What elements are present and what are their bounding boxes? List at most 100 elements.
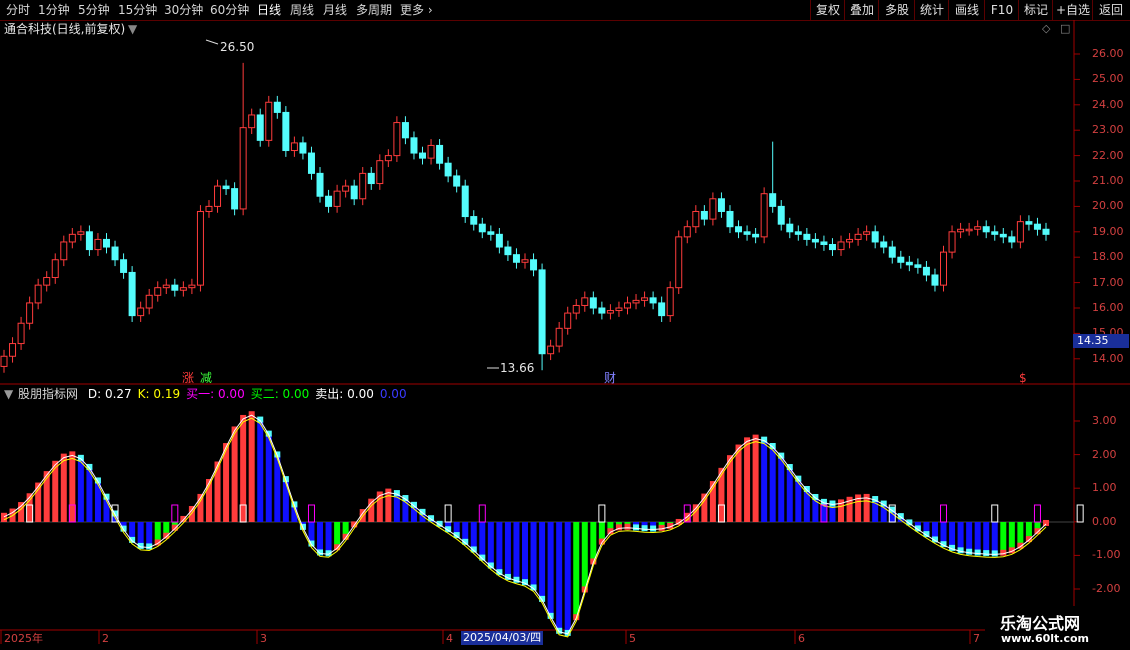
oscillator-bar [786,468,793,522]
high-price-marker: 26.50 [220,40,255,54]
indicator-field: K: 0.19 [137,387,181,401]
indicator-name: 股朋指标网 [18,387,79,401]
indicator-tick-label: -1.00 [1092,548,1121,562]
indicator-tick-label: 0.00 [1092,514,1117,528]
candle-body [1042,228,1050,235]
indicator-tick-label: -2.00 [1092,582,1121,595]
candle-body [965,228,973,232]
signal-marker [307,504,315,523]
oscillator-bar [735,448,742,522]
diamond-icon[interactable]: ◇ [1042,22,1050,36]
oscillator-bar [317,522,324,554]
indicator-legend: 股朋指标网 D: 0.27 K: 0.19 买一: 0.00 买二: 0.00 卖出: … [18,387,407,401]
time-tick-label: 6 [798,632,805,645]
chevron-down-icon[interactable]: ▼ [128,22,137,36]
price-tick-label: 21.00 [1092,174,1124,187]
candle-body [102,238,110,248]
candle-body [248,114,256,129]
event-mark-up[interactable]: 涨 [182,371,194,385]
oscillator-bar [983,522,990,555]
signal-marker [1076,504,1084,523]
candle-body [342,185,350,192]
candle-body [530,259,538,271]
oscillator-cap [974,549,981,556]
candle-body [265,101,273,141]
indicator-settings-icon[interactable]: ▼ [4,387,13,401]
oscillator-bar [795,479,802,522]
candle-body [854,233,862,240]
oscillator-bar [513,522,520,581]
candle-body [51,259,59,279]
price-tick-label: 25.00 [1092,72,1124,86]
oscillator-bar [1008,522,1015,552]
price-tick-label: 17.00 [1092,275,1124,289]
oscillator-bar [223,447,230,522]
candle-body [1033,223,1041,230]
candle-body [205,205,213,212]
candle-body [444,162,452,177]
oscillator-bar [769,447,776,522]
event-mark-down[interactable]: 减 [200,371,212,385]
candle-body [743,231,751,235]
candle-body [60,241,68,261]
time-tick-label: 5 [629,632,636,645]
indicator-tick-label: 2.00 [1092,447,1117,461]
oscillator-bar [564,522,571,634]
candle-body [154,287,162,296]
candle-body [94,238,102,251]
candle-body [43,277,51,286]
candle-body [752,233,760,238]
candle-body [188,284,196,289]
indicator-field: 买二: 0.00 [250,387,310,401]
signal-marker [171,504,179,523]
candle-body [709,198,717,220]
oscillator-bar [522,522,528,584]
candle-body [120,259,128,273]
event-mark-dividend[interactable]: $ [1019,371,1027,385]
indicator-field: D: 0.27 [87,387,132,401]
square-icon[interactable]: □ [1060,22,1070,36]
candle-body [85,231,93,251]
candle-body [871,231,879,243]
price-tick-label: 16.00 [1092,301,1124,314]
candle-body [632,299,640,304]
oscillator-bar [479,522,486,559]
oscillator-cap [863,493,870,500]
candle-body [683,226,691,238]
candle-body [974,226,982,230]
candle-body [162,284,170,289]
candle-body [393,122,401,157]
candle-body [735,226,743,233]
candle-body [658,302,666,317]
candle-body [999,233,1007,238]
candle-body [760,193,768,238]
candle-body [666,287,674,317]
candle-body [692,210,700,228]
oscillator-bar [52,464,59,522]
event-mark-finance[interactable]: 财 [604,371,616,385]
chart-canvas[interactable] [0,0,1130,650]
signal-marker [598,504,606,523]
candle-body [641,297,649,301]
time-tick-label: 2 [102,632,109,645]
oscillator-bar [43,475,50,522]
oscillator-bar [240,418,247,522]
price-tick-label: 23.00 [1092,123,1124,137]
candle-body [615,307,623,312]
oscillator-bar [77,458,84,522]
candle-body [26,302,34,324]
oscillator-bar [581,522,588,591]
oscillator-cap [983,550,990,557]
time-tick-label: 7 [973,632,980,645]
high-pointer [205,39,219,45]
candle-body [359,172,367,200]
oscillator-bar [573,522,580,619]
candle-body [846,238,854,243]
candle-body [333,190,341,207]
candle-body [572,304,580,314]
oscillator-bar [214,465,221,522]
candle-body [9,343,17,357]
candle-body [427,144,435,159]
candle-body [436,144,444,164]
candle-body [589,297,597,309]
